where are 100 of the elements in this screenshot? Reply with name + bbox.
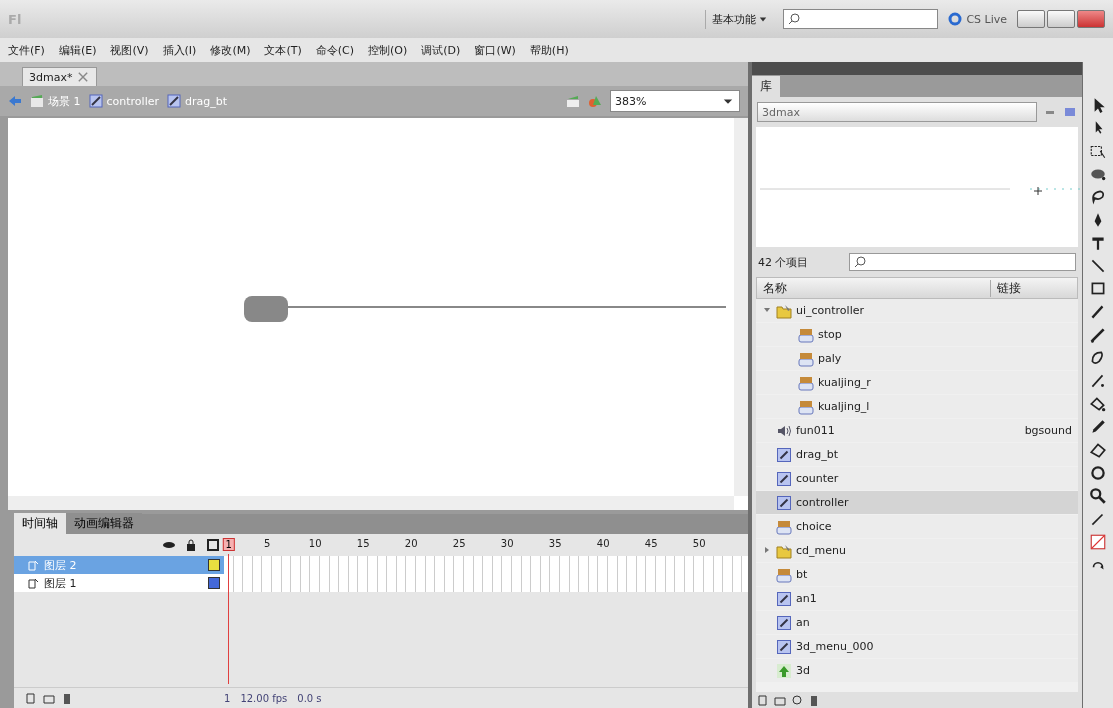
search-icon: [787, 12, 802, 26]
menu-item[interactable]: 编辑(E): [58, 42, 97, 58]
menu-item[interactable]: 控制(O): [368, 42, 408, 58]
menu-item[interactable]: 窗口(W): [474, 42, 516, 58]
movieclip-icon: [88, 94, 103, 108]
library-item[interactable]: ui_controller: [756, 299, 1078, 322]
menu-item[interactable]: 修改(M): [210, 42, 251, 58]
maximize-button[interactable]: [1047, 10, 1075, 28]
library-item[interactable]: controller: [756, 491, 1078, 514]
item-name: controller: [796, 496, 850, 509]
library-item[interactable]: an: [756, 611, 1078, 634]
library-item[interactable]: counter: [756, 467, 1078, 490]
clapperboard-icon: [30, 94, 44, 108]
lock-icon[interactable]: [184, 538, 198, 552]
column-header[interactable]: 链接: [990, 279, 1077, 297]
column-header[interactable]: 名称: [757, 279, 990, 297]
folder-icon: [776, 542, 792, 559]
item-count: 42 个项目: [758, 254, 809, 270]
menu-item[interactable]: 文本(T): [264, 42, 302, 58]
zoom-dropdown[interactable]: 383%: [610, 90, 740, 112]
eyedropper-icon[interactable]: [1089, 418, 1107, 436]
outline-icon[interactable]: [206, 538, 220, 552]
item-name: an: [796, 616, 811, 629]
frame-number: 50: [692, 538, 706, 549]
line-tool-icon[interactable]: [1089, 257, 1107, 275]
menu-item[interactable]: 命令(C): [315, 42, 355, 58]
library-item[interactable]: fun011 bgsound: [756, 419, 1078, 442]
menu-item[interactable]: 帮助(H): [529, 42, 569, 58]
library-item[interactable]: 3d: [756, 659, 1078, 682]
item-name: stop: [818, 328, 843, 341]
item-name: drag_bt: [796, 448, 840, 461]
panel-tab[interactable]: 时间轴: [14, 513, 66, 534]
linkage-name: bgsound: [1024, 424, 1073, 437]
elapsed-time: 0.0 s: [297, 692, 322, 704]
cs-live-icon: [948, 12, 963, 26]
library-item[interactable]: kualjing_r: [756, 371, 1078, 394]
frame-number: 35: [548, 538, 562, 549]
layer-row[interactable]: 图层 1: [14, 574, 224, 592]
horizontal-scrollbar[interactable]: [8, 496, 734, 510]
item-name: counter: [796, 472, 840, 485]
frame-number: 40: [596, 538, 610, 549]
layer-color-swatch[interactable]: [208, 559, 220, 571]
button-symbol-icon: [798, 374, 814, 391]
movieclip-icon: [167, 94, 181, 108]
library-item[interactable]: 3d_menu_000: [756, 635, 1078, 658]
library-item[interactable]: stop: [756, 323, 1078, 346]
menu-item[interactable]: 视图(V): [110, 42, 149, 58]
layer-icon: [26, 558, 40, 572]
panel-tab[interactable]: 库: [752, 76, 780, 97]
fill-color-icon[interactable]: [1089, 533, 1107, 551]
document-dropdown[interactable]: 3dmax: [757, 102, 1037, 122]
document-tab[interactable]: 3dmax*: [22, 67, 98, 86]
menu-item[interactable]: 文件(F): [8, 42, 45, 58]
vertical-scrollbar[interactable]: [734, 118, 748, 496]
paint-bucket-icon[interactable]: [1089, 395, 1107, 413]
library-item[interactable]: kualjing_l: [756, 395, 1078, 418]
item-name: choice: [796, 520, 833, 533]
library-item[interactable]: choice: [756, 515, 1078, 538]
text-tool-icon[interactable]: [1089, 234, 1107, 252]
frame-number: 10: [308, 538, 322, 549]
frame-number: 15: [356, 538, 370, 549]
library-item[interactable]: an1: [756, 587, 1078, 610]
properties-icon[interactable]: [790, 693, 804, 707]
search-field[interactable]: [783, 9, 939, 29]
item-name: fun011: [796, 424, 836, 437]
bitmap-icon: [776, 662, 792, 679]
library-item[interactable]: cd_menu: [756, 539, 1078, 562]
minimize-button[interactable]: [1017, 10, 1045, 28]
brush-icon[interactable]: [1089, 326, 1107, 344]
current-frame: 1: [224, 692, 231, 704]
library-item[interactable]: bt: [756, 563, 1078, 586]
item-name: an1: [796, 592, 818, 605]
bone-icon[interactable]: [1089, 372, 1107, 390]
layer-icon: [26, 576, 40, 590]
menu-item[interactable]: 调试(D): [421, 42, 461, 58]
frame-number: 30: [500, 538, 514, 549]
eraser-icon[interactable]: [1089, 441, 1107, 459]
frame-rate[interactable]: 12.00 fps: [240, 692, 288, 704]
item-name: kualjing_r: [818, 376, 872, 389]
button-symbol-icon: [776, 566, 792, 583]
movieclip-icon: [776, 470, 792, 487]
new-symbol-icon[interactable]: [756, 693, 770, 707]
lasso-icon[interactable]: [1089, 188, 1107, 206]
library-item[interactable]: paly: [756, 347, 1078, 370]
movieclip-icon: [776, 638, 792, 655]
cs-live-link[interactable]: CS Live: [966, 12, 1007, 26]
search-icon: [852, 255, 867, 269]
item-name: 3d: [796, 664, 811, 677]
item-name: 3d_menu_000: [796, 640, 875, 653]
workspace-switcher[interactable]: 基本功能: [704, 9, 774, 29]
library-item[interactable]: drag_bt: [756, 443, 1078, 466]
movieclip-icon: [776, 494, 792, 511]
layer-color-swatch[interactable]: [208, 577, 220, 589]
frame-number: 20: [404, 538, 418, 549]
menu-item[interactable]: 插入(I): [162, 42, 197, 58]
new-layer-icon[interactable]: [24, 691, 38, 705]
zoom-icon[interactable]: [1089, 487, 1107, 505]
item-name: cd_menu: [796, 544, 847, 557]
library-search-field[interactable]: [848, 253, 1076, 271]
folder-icon: [776, 302, 792, 319]
